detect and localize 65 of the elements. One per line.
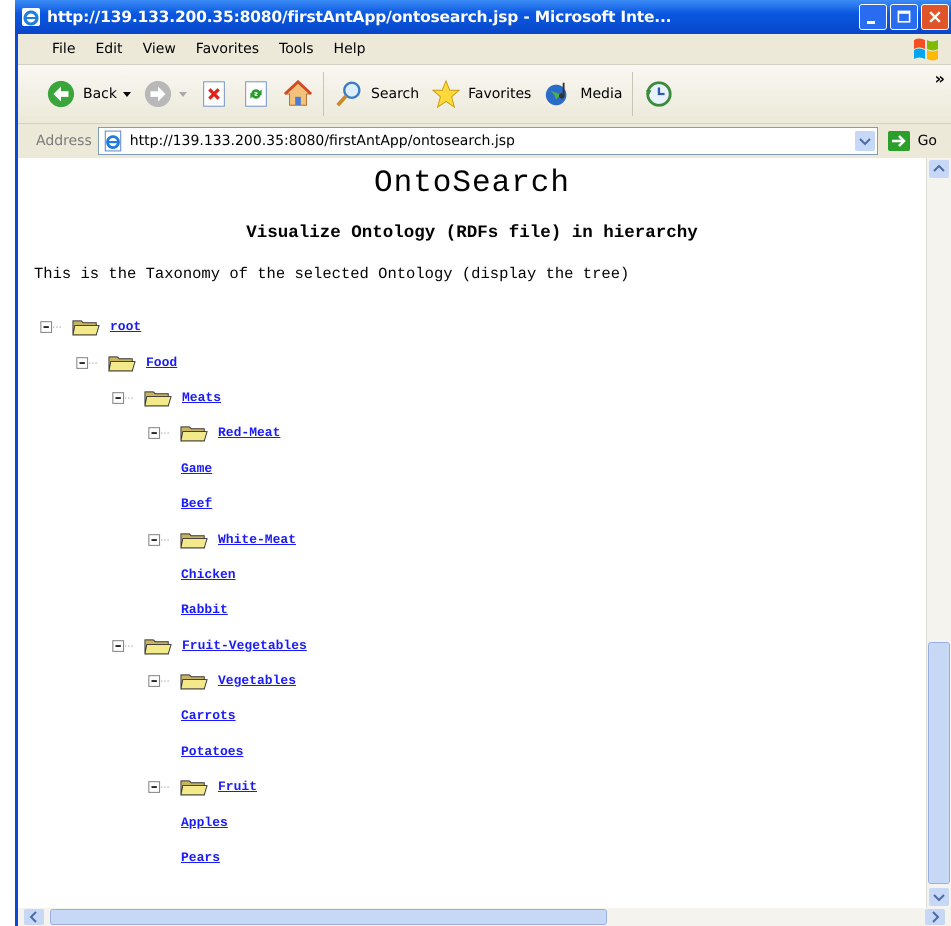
clock-icon — [643, 79, 674, 109]
tree-link[interactable]: Fruit-Vegetables — [182, 638, 307, 653]
menu-item[interactable]: Favorites — [186, 41, 270, 57]
maximize-button[interactable] — [890, 4, 918, 30]
dropdown-arrow-icon[interactable] — [123, 92, 131, 96]
scroll-down-icon[interactable] — [928, 888, 950, 906]
menu-item[interactable]: Edit — [85, 41, 133, 57]
tree-link[interactable]: Red-Meat — [218, 425, 280, 440]
minimize-icon — [867, 20, 875, 24]
tree-link[interactable]: Vegetables — [218, 673, 296, 688]
media-button[interactable]: Media — [537, 79, 628, 109]
horizontal-scrollbar[interactable] — [18, 908, 951, 926]
window-title: http://139.133.200.35:8080/firstAntApp/ontosearch.jsp - Microsoft Inte... — [47, 8, 672, 26]
close-icon — [927, 9, 943, 25]
address-field[interactable]: http://139.133.200.35:8080/firstAntApp/ontosearch.jsp — [98, 127, 878, 155]
minimize-button[interactable] — [859, 4, 887, 30]
scroll-thumb[interactable] — [928, 642, 950, 884]
menu-item[interactable]: Tools — [269, 41, 324, 57]
search-button[interactable]: Search — [328, 79, 426, 109]
page-subtitle: Visualize Ontology (RDFs file) in hierarchy — [245, 223, 699, 243]
scroll-up-icon[interactable] — [928, 160, 950, 178]
tree-toggle-icon[interactable] — [148, 779, 170, 794]
tree-link[interactable]: White-Meat — [218, 532, 296, 547]
close-button[interactable] — [921, 4, 949, 30]
tree-link[interactable]: Food — [146, 354, 178, 370]
ie-logo-icon — [21, 7, 41, 27]
tree-link[interactable]: Game — [181, 460, 212, 476]
address-label: Address — [36, 133, 92, 149]
intro-text: This is the Taxonomy of the selected Ontology (display the tree) — [34, 265, 630, 283]
dropdown-button[interactable] — [854, 131, 875, 151]
scroll-thumb[interactable] — [50, 909, 607, 925]
scroll-right-icon[interactable] — [925, 909, 945, 925]
scroll-left-icon[interactable] — [24, 909, 44, 925]
tree-link[interactable]: root — [110, 319, 142, 334]
page-title: OntoSearch — [372, 166, 572, 201]
toolbar-overflow-button[interactable]: » — [934, 69, 945, 88]
tree-toggle-icon[interactable] — [40, 319, 62, 334]
favorites-button[interactable]: Favorites — [425, 79, 538, 109]
tree-link[interactable]: Fruit — [218, 779, 258, 794]
tree-link[interactable]: Carrots — [181, 708, 236, 724]
tree-toggle-icon[interactable] — [148, 673, 170, 688]
tree-link[interactable]: Pears — [181, 850, 220, 866]
menu-item[interactable]: View — [132, 41, 186, 57]
tree-toggle-icon[interactable] — [148, 532, 170, 547]
go-button[interactable]: Go — [878, 131, 951, 151]
tree-link[interactable]: Rabbit — [181, 602, 228, 618]
star-icon — [431, 79, 462, 109]
arrow-right-icon — [143, 79, 173, 109]
arrow-left-icon — [46, 79, 76, 109]
tree-link[interactable]: Apples — [181, 814, 228, 830]
maximize-icon — [896, 9, 912, 25]
tree-toggle-icon[interactable] — [112, 390, 134, 405]
tree-link[interactable]: Chicken — [181, 566, 236, 582]
vertical-scrollbar[interactable] — [926, 158, 951, 908]
tree-link[interactable]: Potatoes — [181, 744, 244, 759]
tree-toggle-icon[interactable] — [76, 354, 98, 370]
tree-link[interactable]: Beef — [181, 496, 212, 512]
menu-item[interactable]: Help — [324, 41, 376, 57]
menu-item[interactable]: File — [42, 41, 86, 57]
arrow-right-icon — [888, 131, 910, 151]
tree-toggle-icon[interactable] — [148, 425, 170, 440]
tree-toggle-icon[interactable] — [112, 638, 134, 653]
tree-link[interactable]: Meats — [182, 390, 222, 405]
back-button[interactable]: Back — [40, 79, 123, 109]
windows-flag-icon — [911, 36, 941, 62]
